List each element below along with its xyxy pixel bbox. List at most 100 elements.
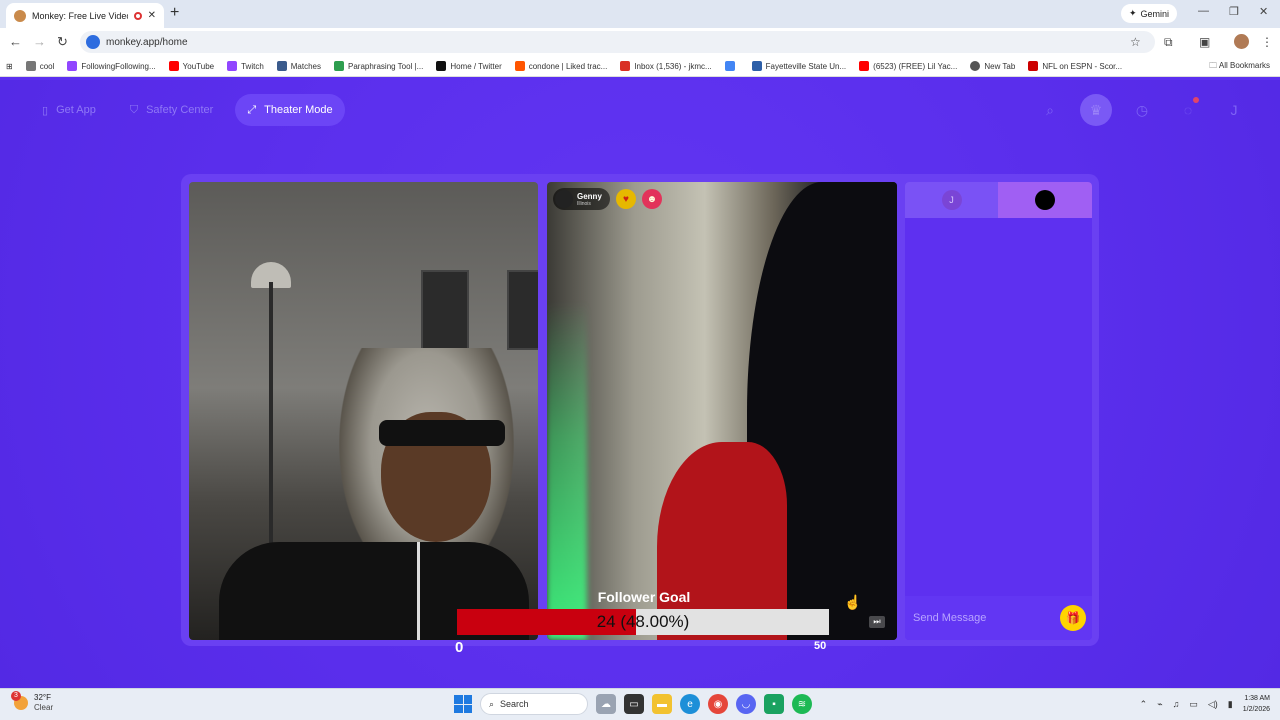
browser-tab-active[interactable]: Monkey: Free Live Video C ✕ — [6, 3, 164, 28]
discord-icon[interactable]: ◡ — [736, 694, 756, 714]
follower-goal-text: 24 (48.00%) — [596, 612, 690, 631]
self-avatar: J — [941, 190, 962, 210]
hoodie-zipper — [417, 542, 420, 640]
extensions-icon[interactable]: ⧉ — [1164, 35, 1173, 50]
all-bookmarks-label: All Bookmarks — [1218, 61, 1270, 70]
battery-icon[interactable]: ▮ — [1228, 699, 1233, 710]
bookmark-item[interactable]: Matches — [276, 61, 321, 71]
widgets-icon[interactable]: ☁ — [596, 694, 616, 714]
remote-user-name: Genny — [577, 191, 602, 201]
site-info-icon[interactable] — [86, 35, 100, 49]
get-app-button[interactable]: ▯ Get App — [30, 94, 108, 126]
browser-tab-bar: Monkey: Free Live Video C ✕ + ✦ Gemini —… — [0, 0, 1280, 28]
reload-icon[interactable]: ↻ — [57, 34, 68, 50]
app-icon[interactable]: ▪ — [764, 694, 784, 714]
gift-icon[interactable]: 🎁 — [1060, 605, 1086, 631]
minimize-icon[interactable]: — — [1198, 5, 1209, 17]
bookmark-item[interactable]: cool — [25, 61, 54, 71]
history-icon[interactable]: ◷ — [1126, 94, 1158, 126]
forward-arrow-icon[interactable]: → — [33, 34, 46, 49]
search-icon[interactable]: ⌕ — [1034, 94, 1066, 126]
bookmark-star-icon[interactable]: ☆ — [1130, 35, 1141, 49]
window-close-icon[interactable]: ✕ — [1259, 5, 1268, 18]
bookmark-label: YouTube — [182, 61, 215, 71]
chevron-up-icon[interactable]: ⌃ — [1140, 699, 1148, 710]
weather-widget[interactable]: 3 32°F Clear — [11, 691, 53, 713]
crown-icon[interactable]: ♛ — [1080, 94, 1112, 126]
tab-close-button[interactable]: ✕ — [148, 10, 156, 21]
bookmark-item[interactable] — [724, 61, 739, 71]
volume-icon[interactable]: ◁) — [1208, 699, 1218, 710]
bookmark-item[interactable]: (6523) (FREE) Lil Yac... — [859, 61, 957, 71]
gemini-button[interactable]: ✦ Gemini — [1121, 4, 1178, 23]
bookmark-item[interactable]: Fayetteville State Un... — [751, 61, 846, 71]
restore-icon[interactable]: ❐ — [1229, 5, 1239, 18]
system-tray: ⌃ ⌁ ♫ ▭ ◁) ▮ 1:38 AM 1/2/2026 — [1140, 693, 1270, 715]
system-clock[interactable]: 1:38 AM 1/2/2026 — [1243, 693, 1270, 715]
monkey-favicon-icon — [14, 9, 26, 22]
chat-header: J — [905, 182, 1092, 218]
get-app-label: Get App — [56, 104, 96, 116]
heart-icon[interactable]: ♥ — [615, 189, 636, 209]
chrome-icon[interactable]: ◉ — [708, 694, 728, 714]
bookmark-favicon-icon — [276, 61, 287, 71]
browser-menu-icon[interactable]: ⋮ — [1261, 35, 1273, 49]
safety-center-button[interactable]: ⛉ Safety Center — [118, 94, 226, 126]
microphone-icon[interactable]: ♫ — [1173, 699, 1180, 709]
bookmark-label: Inbox (1,536) - jkmc... — [634, 61, 712, 71]
task-view-icon[interactable]: ▭ — [624, 694, 644, 714]
bookmark-item[interactable]: FollowingFollowing... — [67, 61, 156, 71]
bookmark-label: FollowingFollowing... — [81, 61, 156, 71]
bookmark-item[interactable]: New Tab — [970, 61, 1015, 71]
skip-next-icon[interactable]: ⏭ — [869, 616, 885, 628]
remote-user-info[interactable]: Genny Illinois — [553, 188, 610, 210]
bookmark-item[interactable]: YouTube — [168, 61, 215, 71]
wall-poster — [507, 270, 538, 350]
spotify-icon[interactable]: ≋ — [792, 694, 812, 714]
new-tab-button[interactable]: + — [170, 4, 179, 22]
chat-tab-remote[interactable] — [998, 182, 1092, 218]
send-message-input[interactable] — [913, 612, 1060, 624]
browser-profile-avatar[interactable] — [1234, 34, 1249, 49]
phone-icon: ▯ — [42, 104, 49, 117]
back-arrow-icon[interactable]: ← — [9, 34, 22, 49]
theater-mode-label: Theater Mode — [264, 104, 333, 116]
taskbar-search[interactable]: ⌕ Search — [480, 693, 588, 715]
network-icon[interactable]: ⌁ — [1157, 699, 1162, 710]
clock-time: 1:38 AM — [1244, 695, 1270, 702]
edge-icon[interactable]: e — [680, 694, 700, 714]
bookmark-label: Matches — [290, 61, 321, 71]
bookmark-item[interactable]: Inbox (1,536) - jkmc... — [620, 61, 712, 71]
gemini-label: Gemini — [1140, 8, 1170, 19]
remote-user-bar: Genny Illinois ♥ ☻ — [553, 188, 662, 210]
bookmark-item[interactable]: Paraphrasing Tool |... — [334, 61, 423, 71]
chat-tab-self[interactable]: J — [905, 182, 998, 218]
bookmark-item[interactable]: Home / Twitter — [436, 61, 502, 71]
bookmark-item[interactable]: NFL on ESPN - Scor... — [1028, 61, 1122, 71]
address-bar[interactable]: monkey.app/home — [80, 31, 1155, 53]
apps-grid-icon[interactable]: ⊞ — [6, 62, 13, 71]
file-explorer-icon[interactable]: ▬ — [652, 694, 672, 714]
windows-start-icon[interactable] — [454, 695, 472, 713]
follower-goal-max: 50 — [814, 640, 827, 652]
side-panel-icon[interactable]: ▣ — [1199, 35, 1210, 49]
chat-icon[interactable]: ◌ — [1172, 94, 1204, 126]
all-bookmarks-button[interactable]: 🗀 All Bookmarks — [1209, 60, 1270, 74]
search-icon: ⌕ — [489, 698, 495, 709]
monkey-badge-icon[interactable]: ☻ — [641, 189, 662, 209]
youtube-icon — [168, 61, 179, 71]
weather-icon: 3 — [11, 691, 28, 710]
bookmark-label: condone | Liked trac... — [528, 61, 608, 71]
bookmark-item[interactable]: Twitch — [227, 61, 264, 71]
bookmark-item[interactable]: condone | Liked trac... — [514, 61, 608, 71]
display-icon[interactable]: ▭ — [1189, 699, 1198, 710]
folder-icon: 🗀 — [1209, 61, 1219, 70]
profile-icon[interactable]: J — [1218, 94, 1250, 126]
remote-video: Genny Illinois ♥ ☻ ⏭ — [547, 182, 897, 640]
weather-temperature: 32°F — [34, 693, 51, 702]
video-stage: Genny Illinois ♥ ☻ ⏭ J 🎁 — [181, 174, 1099, 646]
remote-user-avatar — [555, 190, 573, 208]
hand-cursor-icon: ☝ — [844, 594, 862, 610]
bookmark-favicon-icon — [751, 61, 762, 71]
theater-mode-button[interactable]: ⤢ Theater Mode — [235, 94, 345, 126]
